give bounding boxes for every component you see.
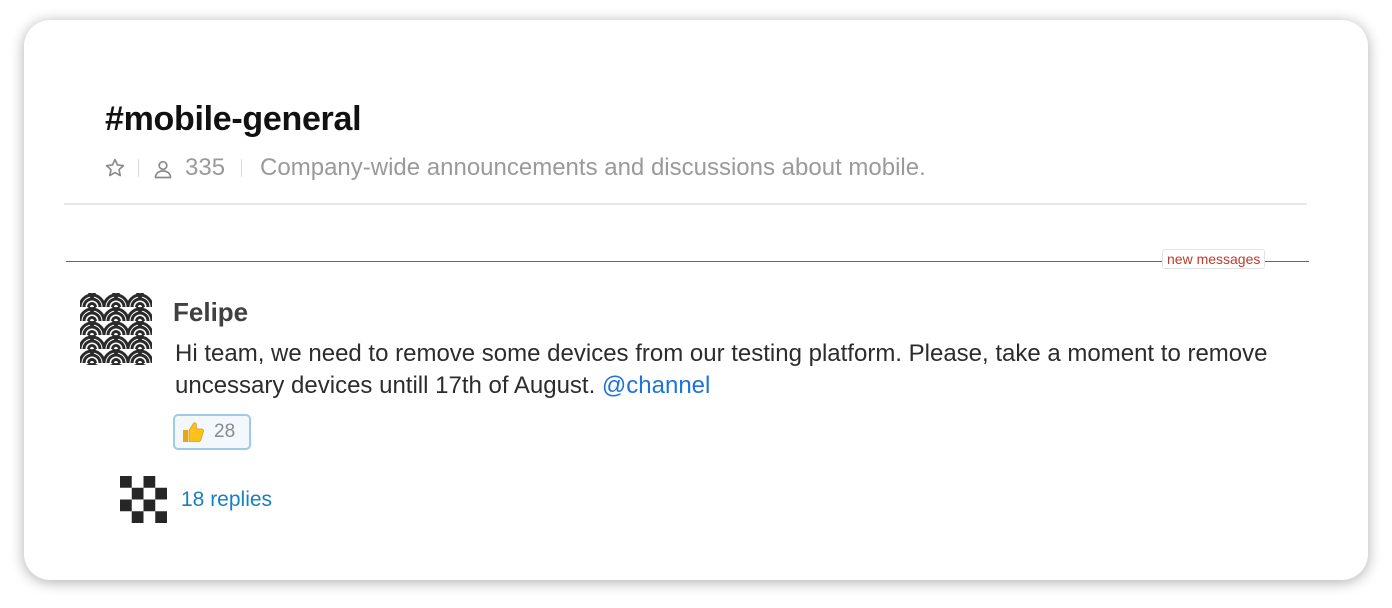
- meta-separator: [138, 159, 139, 177]
- member-count[interactable]: 335: [185, 154, 225, 182]
- members-icon: [153, 158, 173, 179]
- reaction-count: 28: [214, 421, 236, 442]
- new-messages-label: new messages: [1162, 249, 1266, 269]
- sender-name[interactable]: Felipe: [173, 297, 248, 328]
- sender-avatar[interactable]: [80, 293, 152, 365]
- thread-replies[interactable]: 18 replies: [120, 476, 272, 523]
- replies-link[interactable]: 18 replies: [181, 488, 272, 512]
- message-body: Hi team, we need to remove some devices …: [175, 338, 1295, 402]
- channel-meta: 335 Company-wide announcements and discu…: [104, 154, 926, 182]
- replier-avatar: [120, 476, 167, 523]
- message-text: Hi team, we need to remove some devices …: [175, 340, 1268, 399]
- channel-description: Company-wide announcements and discussio…: [260, 154, 926, 181]
- channel-title: #mobile-general: [105, 100, 362, 138]
- channel-mention[interactable]: @channel: [602, 372, 710, 399]
- new-messages-line: [66, 261, 1309, 262]
- meta-separator: [241, 159, 243, 177]
- channel-card: #mobile-general 335 Company-wide announc…: [24, 20, 1368, 580]
- thumbs-up-icon: [180, 419, 206, 445]
- header-divider: [64, 203, 1307, 205]
- star-icon[interactable]: [104, 157, 126, 179]
- thumbs-up-reaction[interactable]: 28: [173, 414, 251, 450]
